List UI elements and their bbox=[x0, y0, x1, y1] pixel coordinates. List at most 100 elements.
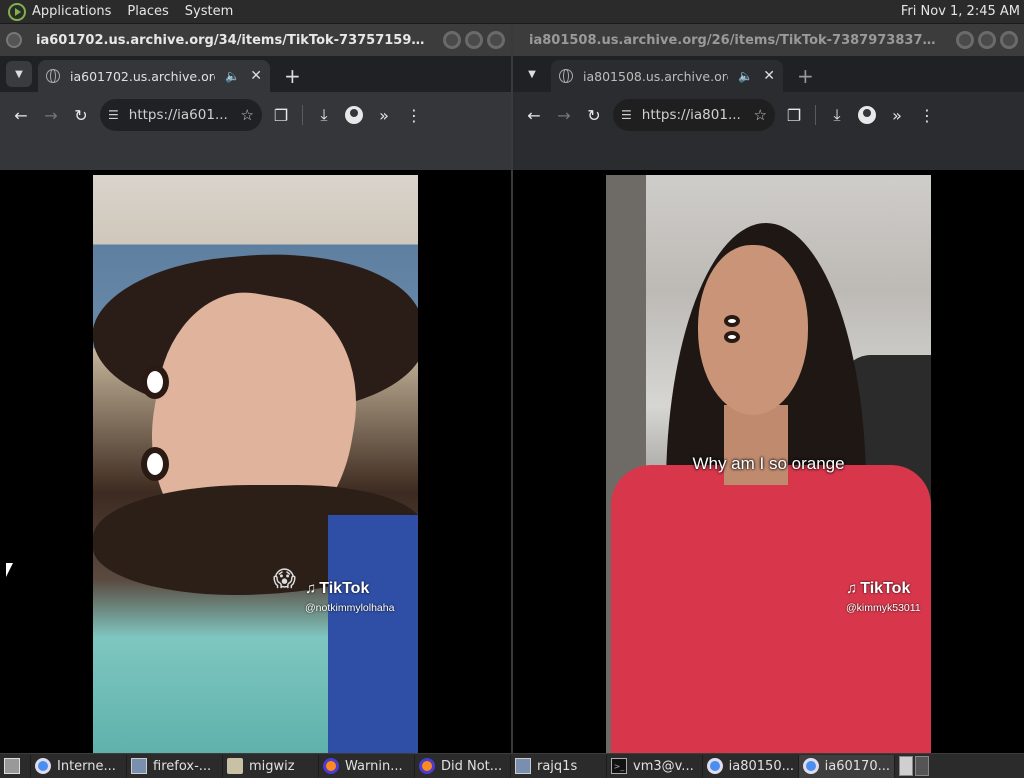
reload-icon[interactable]: ↻ bbox=[66, 100, 96, 130]
chevron-double-right-icon[interactable]: » bbox=[369, 100, 399, 130]
browser-tab[interactable]: ia801508.us.archive.org/ 🔈 ✕ bbox=[551, 60, 783, 92]
back-arrow-icon[interactable]: ← bbox=[6, 100, 36, 130]
speaker-icon[interactable]: 🔈 bbox=[225, 69, 240, 83]
video-caption: Why am I so orange bbox=[692, 454, 845, 473]
download-icon[interactable]: ⤓ bbox=[309, 100, 339, 130]
tiktok-logo-icon: ♫ bbox=[846, 580, 858, 597]
workspace-1[interactable] bbox=[899, 756, 913, 776]
browser-window-left: ia601702.us.archive.org/34/items/TikTok-… bbox=[0, 24, 511, 753]
forward-arrow-icon[interactable]: → bbox=[549, 100, 579, 130]
window-titlebar[interactable]: ia601702.us.archive.org/34/items/TikTok-… bbox=[0, 24, 511, 56]
bottom-taskbar: Interne... firefox-... migwiz Warnin... … bbox=[0, 753, 1024, 778]
address-url[interactable]: https://ia801... bbox=[642, 107, 754, 123]
site-info-icon[interactable]: ☰ bbox=[108, 108, 119, 122]
bookmark-star-icon[interactable]: ☆ bbox=[754, 106, 767, 124]
taskbar-item[interactable]: >_ vm3@v... bbox=[607, 754, 703, 778]
show-desktop-button[interactable] bbox=[0, 754, 31, 778]
bookmarks-bar bbox=[513, 138, 1024, 170]
kebab-menu-icon[interactable]: ⋮ bbox=[399, 100, 429, 130]
video-frame-art bbox=[328, 515, 418, 753]
distro-logo-icon[interactable] bbox=[8, 2, 26, 21]
taskbar-item[interactable]: Warnin... bbox=[319, 754, 415, 778]
minimize-button[interactable] bbox=[956, 31, 974, 49]
maximize-button[interactable] bbox=[465, 31, 483, 49]
video-player[interactable]: 😱 ♫ TikTok @notkimmylolhaha bbox=[93, 175, 418, 753]
image-icon bbox=[515, 758, 531, 774]
chevron-double-right-icon[interactable]: » bbox=[882, 100, 912, 130]
back-arrow-icon[interactable]: ← bbox=[519, 100, 549, 130]
video-frame-art bbox=[141, 447, 169, 481]
minimize-button[interactable] bbox=[443, 31, 461, 49]
folder-icon bbox=[227, 758, 243, 774]
menu-applications[interactable]: Applications bbox=[32, 4, 111, 19]
firefox-icon bbox=[323, 758, 339, 774]
tab-title: ia801508.us.archive.org/ bbox=[583, 68, 729, 84]
toolbar-divider bbox=[815, 105, 816, 125]
extensions-puzzle-icon[interactable]: ❐ bbox=[266, 100, 296, 130]
new-tab-plus-icon[interactable]: + bbox=[284, 66, 301, 86]
window-title: ia801508.us.archive.org/26/items/TikTok-… bbox=[529, 32, 952, 48]
maximize-button[interactable] bbox=[978, 31, 996, 49]
new-tab-plus-icon[interactable]: + bbox=[797, 66, 814, 86]
browser-toolbar: ← → ↻ ☰ https://ia601... ☆ ❐ ⤓ » ⋮ bbox=[0, 92, 511, 138]
extensions-puzzle-icon[interactable]: ❐ bbox=[779, 100, 809, 130]
taskbar-item[interactable]: rajq1s bbox=[511, 754, 607, 778]
taskbar-item[interactable]: Interne... bbox=[31, 754, 127, 778]
tab-search-chevron-down-icon[interactable]: ▼ bbox=[519, 61, 545, 87]
taskbar-item-active[interactable]: ia60170... bbox=[799, 754, 895, 778]
taskbar-item[interactable]: Did Not... bbox=[415, 754, 511, 778]
tiktok-logo-icon: ♫ bbox=[305, 580, 317, 597]
tiktok-watermark: ♫ TikTok @notkimmylolhaha bbox=[305, 580, 395, 614]
site-info-icon[interactable]: ☰ bbox=[621, 108, 632, 122]
top-panel: Applications Places System Fri Nov 1, 2:… bbox=[0, 0, 1024, 24]
browser-toolbar: ← → ↻ ☰ https://ia801... ☆ ❐ ⤓ » ⋮ bbox=[513, 92, 1024, 138]
address-bar[interactable]: ☰ https://ia601... ☆ bbox=[100, 99, 262, 131]
show-desktop-icon bbox=[4, 758, 20, 774]
bookmark-star-icon[interactable]: ☆ bbox=[241, 106, 254, 124]
speaker-icon[interactable]: 🔈 bbox=[738, 69, 753, 83]
menu-system[interactable]: System bbox=[185, 4, 233, 19]
window-title: ia601702.us.archive.org/34/items/TikTok-… bbox=[36, 32, 439, 48]
chrome-icon bbox=[35, 758, 51, 774]
tiktok-handle: @notkimmylolhaha bbox=[305, 602, 395, 614]
video-frame-art bbox=[141, 365, 169, 399]
video-player[interactable]: Why am I so orange ♫ TikTok @kimmyk53011 bbox=[606, 175, 931, 753]
forward-arrow-icon[interactable]: → bbox=[36, 100, 66, 130]
reload-icon[interactable]: ↻ bbox=[579, 100, 609, 130]
globe-icon bbox=[559, 69, 573, 83]
terminal-icon: >_ bbox=[611, 758, 627, 774]
tab-search-chevron-down-icon[interactable]: ▼ bbox=[6, 61, 32, 87]
address-url[interactable]: https://ia601... bbox=[129, 107, 241, 123]
bookmarks-bar bbox=[0, 138, 511, 170]
workspace-switcher[interactable] bbox=[897, 756, 929, 776]
close-window-button[interactable] bbox=[487, 31, 505, 49]
taskbar-item[interactable]: firefox-... bbox=[127, 754, 223, 778]
chrome-icon bbox=[707, 758, 723, 774]
close-tab-icon[interactable]: ✕ bbox=[763, 68, 775, 84]
toolbar-divider bbox=[302, 105, 303, 125]
profile-avatar-icon[interactable] bbox=[339, 100, 369, 130]
panel-clock[interactable]: Fri Nov 1, 2:45 AM bbox=[901, 4, 1020, 19]
globe-icon bbox=[46, 69, 60, 83]
window-menu-icon[interactable] bbox=[6, 32, 22, 48]
tab-strip: ▼ ia801508.us.archive.org/ 🔈 ✕ + bbox=[513, 56, 1024, 92]
browser-tab[interactable]: ia601702.us.archive.org/3 🔈 ✕ bbox=[38, 60, 270, 92]
close-window-button[interactable] bbox=[1000, 31, 1018, 49]
close-tab-icon[interactable]: ✕ bbox=[250, 68, 262, 84]
kebab-menu-icon[interactable]: ⋮ bbox=[912, 100, 942, 130]
page-content: Why am I so orange ♫ TikTok @kimmyk53011 bbox=[513, 174, 1024, 753]
taskbar-item[interactable]: migwiz bbox=[223, 754, 319, 778]
tiktok-handle: @kimmyk53011 bbox=[846, 602, 921, 614]
tab-title: ia601702.us.archive.org/3 bbox=[70, 68, 215, 84]
tiktok-watermark: ♫ TikTok @kimmyk53011 bbox=[846, 580, 921, 614]
video-frame-art bbox=[724, 315, 784, 343]
profile-avatar-icon[interactable] bbox=[852, 100, 882, 130]
menu-places[interactable]: Places bbox=[127, 4, 168, 19]
workspace-2[interactable] bbox=[915, 756, 929, 776]
download-icon[interactable]: ⤓ bbox=[822, 100, 852, 130]
image-icon bbox=[131, 758, 147, 774]
address-bar[interactable]: ☰ https://ia801... ☆ bbox=[613, 99, 775, 131]
window-titlebar[interactable]: ia801508.us.archive.org/26/items/TikTok-… bbox=[513, 24, 1024, 56]
video-frame-art bbox=[698, 245, 808, 415]
taskbar-item[interactable]: ia80150... bbox=[703, 754, 799, 778]
